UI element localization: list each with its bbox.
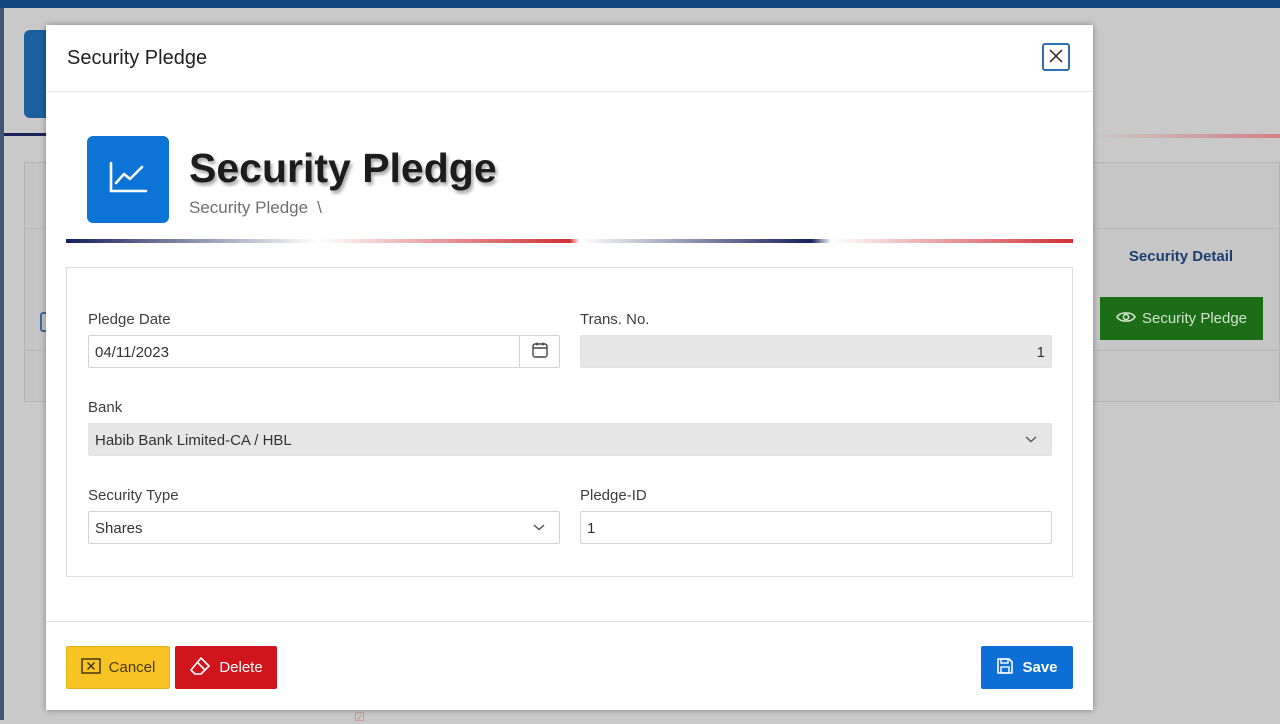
- pledge-date-input[interactable]: 04/11/2023: [88, 335, 560, 368]
- background-decor-glyph: ☑: [354, 710, 365, 724]
- eye-icon: [1116, 310, 1136, 328]
- background-security-pledge-button-label: Security Pledge: [1141, 310, 1248, 327]
- security-pledge-modal: Security Pledge Security Pledge Security…: [46, 25, 1093, 710]
- eraser-icon: [189, 656, 211, 680]
- breadcrumb-item[interactable]: Security Pledge: [189, 198, 308, 217]
- form-panel: Pledge Date 04/11/2023 Trans. No. 1 Bank…: [66, 267, 1073, 577]
- bank-select[interactable]: Habib Bank Limited-CA / HBL: [88, 423, 1052, 456]
- background-security-pledge-button: Security Pledge: [1100, 297, 1263, 340]
- security-type-value: Shares: [95, 520, 143, 537]
- breadcrumb-separator: \: [317, 198, 322, 217]
- trans-no-value: 1: [1036, 344, 1045, 361]
- app-top-bar: [0, 0, 1280, 8]
- modal-header: Security Pledge: [46, 25, 1093, 92]
- app-left-edge: [0, 8, 4, 720]
- save-button[interactable]: Save: [981, 646, 1073, 689]
- security-type-label: Security Type: [88, 487, 179, 504]
- background-decor-line-right: [1093, 134, 1280, 138]
- modal-footer: Cancel Delete Save: [46, 621, 1093, 711]
- close-icon: [1048, 48, 1064, 67]
- calendar-icon: [531, 341, 549, 363]
- cancel-button[interactable]: Cancel: [66, 646, 170, 689]
- delete-button[interactable]: Delete: [175, 646, 277, 689]
- bank-value: Habib Bank Limited-CA / HBL: [95, 432, 292, 449]
- pledge-id-value: 1: [587, 520, 596, 537]
- chevron-down-icon: [1024, 431, 1038, 448]
- floppy-disk-icon: [996, 657, 1014, 679]
- background-column-header-security-detail: Security Detail: [1128, 248, 1234, 265]
- trend-line-chart-icon: [106, 157, 150, 202]
- bank-label: Bank: [88, 399, 123, 416]
- breadcrumb: Security Pledge \: [189, 198, 322, 218]
- close-button[interactable]: [1042, 43, 1070, 71]
- delete-button-label: Delete: [219, 659, 263, 676]
- date-picker-button[interactable]: [519, 336, 559, 367]
- modal-title: Security Pledge: [67, 47, 208, 69]
- x-square-icon: [80, 657, 101, 678]
- bank-dropdown-toggle[interactable]: [1011, 424, 1051, 455]
- pledge-date-label: Pledge Date: [88, 311, 171, 328]
- trans-no-label: Trans. No.: [580, 311, 650, 328]
- security-type-dropdown-toggle[interactable]: [519, 512, 559, 543]
- heading-decor-line: [66, 239, 1073, 243]
- cancel-button-label: Cancel: [108, 659, 156, 676]
- page-icon-tile: [87, 136, 169, 223]
- page-heading: Security Pledge: [189, 145, 497, 191]
- pledge-id-label: Pledge-ID: [580, 487, 647, 504]
- security-type-select[interactable]: Shares: [88, 511, 560, 544]
- chevron-down-icon: [532, 519, 546, 536]
- pledge-id-input[interactable]: 1: [580, 511, 1052, 544]
- save-button-label: Save: [1022, 659, 1058, 676]
- background-decor-line-left: [4, 133, 48, 136]
- trans-no-input: 1: [580, 335, 1052, 368]
- pledge-date-value: 04/11/2023: [95, 344, 169, 361]
